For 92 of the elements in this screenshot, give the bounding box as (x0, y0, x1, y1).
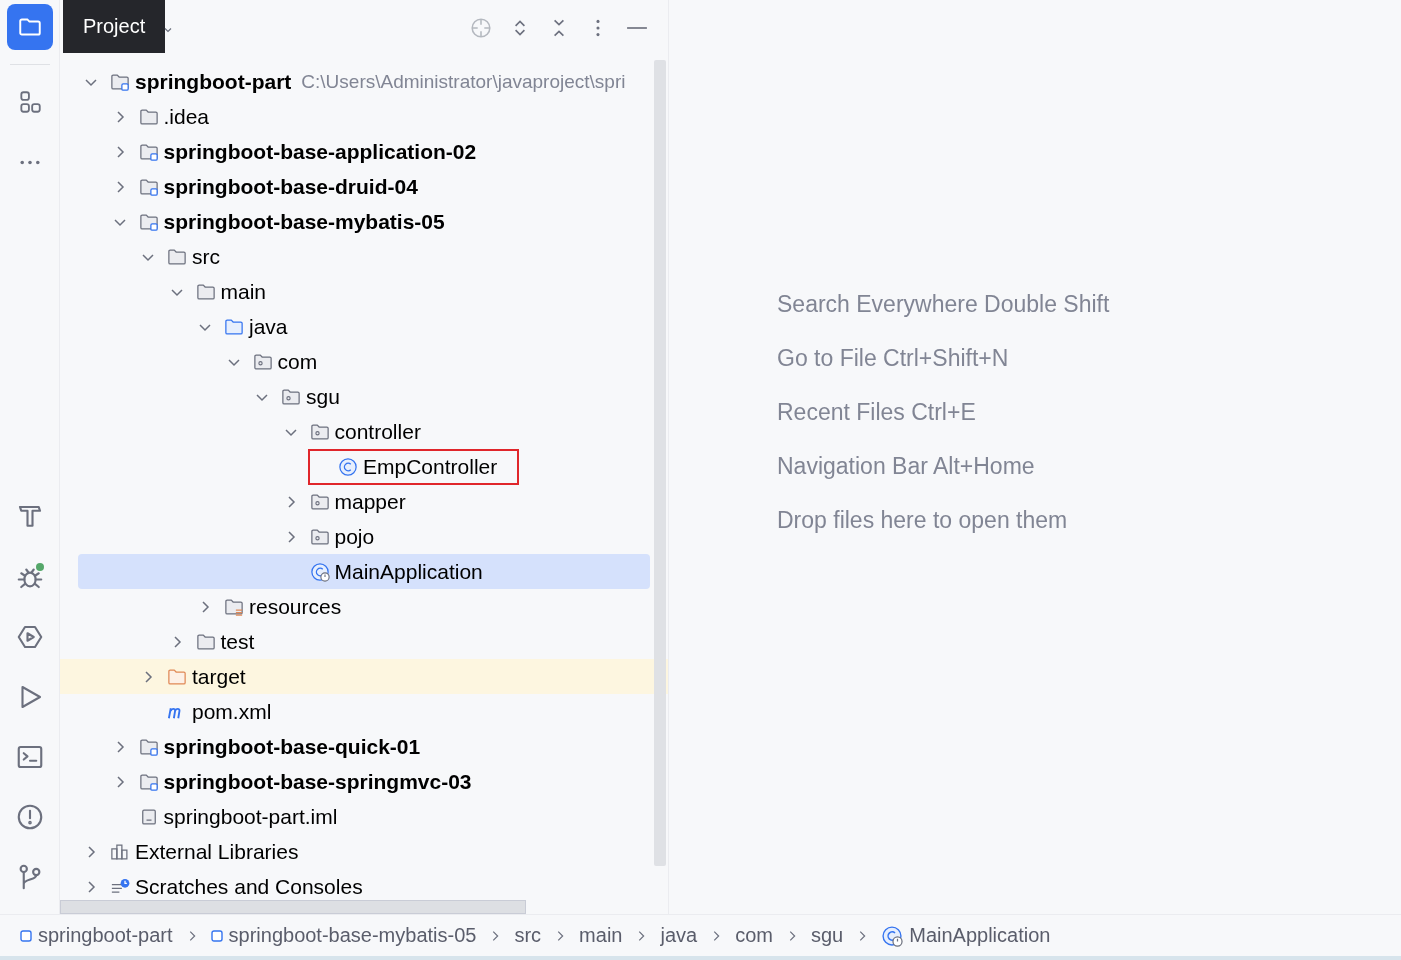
module-folder-icon (138, 736, 159, 757)
tree-item-label: src (192, 244, 220, 269)
editor-hint: Search Everywhere Double Shift (777, 290, 1110, 319)
tree-item-label: External Libraries (135, 839, 299, 864)
tree-item[interactable]: Scratches and Consoles (60, 869, 668, 904)
tree-item[interactable]: java (60, 309, 668, 344)
run-class-icon (309, 561, 330, 582)
horizontal-scrollbar[interactable] (60, 900, 526, 914)
folder-icon (138, 106, 159, 127)
folder-icon (195, 631, 216, 652)
resources-folder-icon (224, 596, 244, 617)
tree-item[interactable]: springboot-base-druid-04 (60, 169, 668, 204)
module-folder-icon (138, 176, 159, 197)
module-folder-icon (138, 771, 159, 792)
tree-item[interactable]: target (60, 659, 668, 694)
tree-item-label: springboot-part.iml (163, 804, 338, 829)
tree-item[interactable]: springboot-part C:\Users\Administrator\javaproject\spri (60, 64, 668, 99)
tree-item-label: springboot-base-application-02 (163, 139, 477, 164)
tree-item-label: EmpController (363, 454, 498, 479)
tree-item-label: main (220, 279, 267, 304)
tree-item[interactable]: springboot-base-springmvc-03 (60, 764, 668, 799)
module-folder-icon (138, 211, 159, 232)
tree-item-label: java (249, 314, 288, 339)
vertical-scrollbar[interactable] (654, 60, 666, 866)
editor-hint: Navigation Bar Alt+Home (777, 452, 1036, 481)
tree-item-label: Scratches and Consoles (135, 874, 363, 899)
library-icon (110, 841, 130, 862)
module-folder-icon (110, 71, 130, 92)
breadcrumb-item[interactable]: springboot-part (20, 924, 173, 947)
tree-item[interactable]: springboot-base-mybatis-05 (60, 204, 668, 239)
run-class-icon (881, 924, 904, 947)
tree-item[interactable]: sgu (60, 379, 668, 414)
tree-item-label: .idea (163, 104, 210, 129)
tree-item[interactable]: pom.xml (60, 694, 668, 729)
breadcrumb-item[interactable]: springboot-base-mybatis-05 (210, 924, 477, 947)
tree-item-label: springboot-base-quick-01 (163, 734, 421, 759)
tree-item[interactable]: test (60, 624, 668, 659)
tree-item-label: target (192, 664, 246, 689)
tree-item-label: resources (249, 594, 342, 619)
project-tool-button[interactable] (6, 4, 53, 50)
folder-icon (167, 246, 187, 267)
tree-item[interactable]: src (60, 239, 668, 274)
tree-item[interactable]: com (60, 344, 668, 379)
tree-item[interactable]: resources (60, 589, 668, 624)
tree-item-label: com (277, 349, 318, 374)
tree-item[interactable]: External Libraries (60, 834, 668, 869)
package-folder-icon (309, 421, 330, 442)
breadcrumb-item[interactable]: main (579, 924, 623, 947)
tree-item[interactable]: springboot-part.iml (60, 799, 668, 834)
tree-item-label: mapper (334, 489, 406, 514)
tree-item-label: springboot-part (135, 69, 292, 94)
tree-item[interactable]: EmpController (60, 449, 668, 484)
breadcrumb-item[interactable]: java (660, 924, 698, 947)
tree-item[interactable]: MainApplication (78, 554, 650, 589)
tree-item[interactable]: .idea (60, 99, 668, 134)
tree-item-label: controller (334, 419, 421, 444)
tree-item-label: pom.xml (192, 699, 272, 724)
tree-item-label: springboot-base-springmvc-03 (163, 769, 472, 794)
editor-hint: Drop files here to open them (777, 506, 1069, 535)
module-icon (20, 929, 32, 942)
tree-item[interactable]: springboot-base-application-02 (60, 134, 668, 169)
package-folder-icon (309, 526, 330, 547)
tree-item-label: pojo (334, 524, 375, 549)
editor-hint: Recent Files Ctrl+E (777, 398, 977, 427)
module-icon (210, 929, 223, 942)
tree-item[interactable]: mapper (60, 484, 668, 519)
project-path: C:\Users\Administrator\javaproject\spri (301, 70, 626, 93)
breadcrumb-item[interactable]: MainApplication (881, 924, 1051, 947)
module-folder-icon (138, 141, 159, 162)
tree-item-label: springboot-base-druid-04 (163, 174, 418, 199)
source-folder-icon (224, 316, 244, 337)
package-folder-icon (309, 491, 330, 512)
folder-icon (195, 281, 216, 302)
package-folder-icon (281, 386, 301, 407)
tree-item-label: sgu (306, 384, 340, 409)
more-icon (19, 159, 40, 165)
tree-item-label: springboot-base-mybatis-05 (163, 209, 445, 234)
tree-item[interactable]: controller (60, 414, 668, 449)
project-view-dropdown[interactable]: Project (63, 0, 166, 53)
breadcrumb-item[interactable]: sgu (810, 924, 844, 947)
tree-item-label: test (220, 629, 255, 654)
tree-item[interactable]: main (60, 274, 668, 309)
class-icon (338, 456, 358, 477)
excluded-folder-icon (167, 666, 187, 687)
breadcrumb-item[interactable]: com (735, 924, 773, 947)
caret-icon[interactable] (163, 25, 174, 35)
package-folder-icon (252, 351, 273, 372)
breadcrumb-item[interactable]: src (514, 924, 542, 947)
tree-item-label: MainApplication (334, 559, 483, 584)
editor-hint: Go to File Ctrl+Shift+N (777, 344, 1010, 373)
tree-item[interactable]: pojo (60, 519, 668, 554)
tree-item[interactable]: springboot-base-quick-01 (60, 729, 668, 764)
